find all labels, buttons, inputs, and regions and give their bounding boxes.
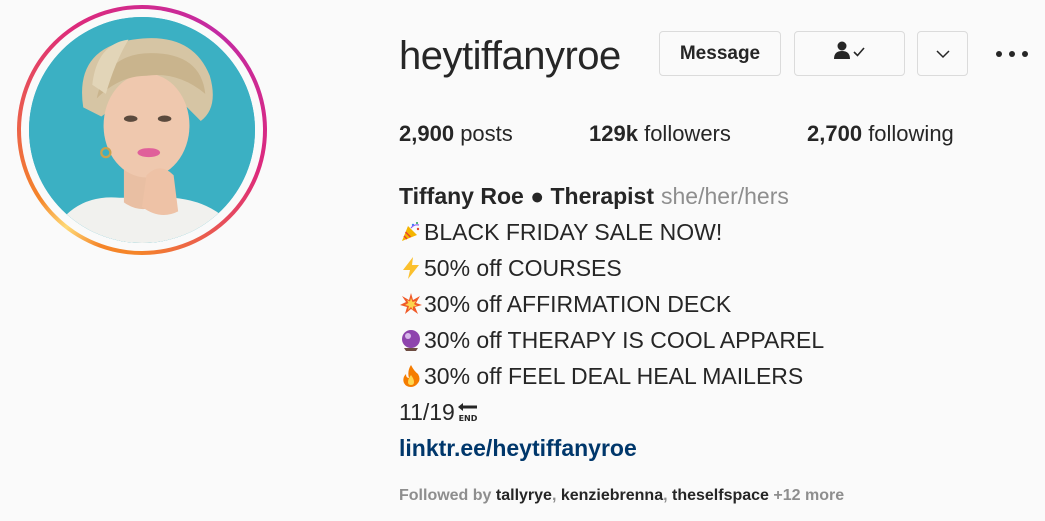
bio-line: 30% off FEEL DEAL HEAL MAILERS (399, 358, 1039, 394)
posts-label: posts (460, 121, 513, 146)
followed-by[interactable]: Followed by tallyrye, kenziebrenna, thes… (399, 487, 844, 505)
follower-name[interactable]: kenziebrenna (561, 487, 663, 504)
suggested-accounts-button[interactable] (917, 31, 968, 76)
bio-line: 50% off COURSES (399, 250, 1039, 286)
fire-icon (399, 364, 423, 388)
followers-count: 129k (589, 121, 638, 146)
bio-link-line: linktr.ee/heytiffanyroe (399, 430, 1039, 466)
more-dot (1022, 51, 1028, 57)
message-button[interactable]: Message (659, 31, 781, 76)
follower-name[interactable]: theselfspace (672, 487, 769, 504)
pronouns: she/her/hers (661, 183, 789, 209)
following-count: 2,700 (807, 121, 863, 146)
bio-line-text: BLACK FRIDAY SALE NOW! (424, 219, 723, 245)
bio-line-text: 50% off COURSES (424, 255, 622, 281)
following-label: following (868, 121, 954, 146)
avatar[interactable] (29, 17, 255, 243)
followed-by-more[interactable]: +12 more (773, 487, 844, 504)
more-dot (996, 51, 1002, 57)
end-arrow-icon: END (456, 400, 480, 424)
following-button[interactable] (794, 31, 905, 76)
profile-username: heytiffanyroe (399, 34, 621, 78)
bio-line: BLACK FRIDAY SALE NOW! (399, 214, 1039, 250)
bio-line: 30% off THERAPY IS COOL APPAREL (399, 322, 1039, 358)
bio-line-text: 30% off AFFIRMATION DECK (424, 291, 732, 317)
more-options-icon[interactable] (992, 44, 1032, 64)
chevron-down-icon (935, 43, 950, 65)
bio-name-line: Tiffany Roe ● Therapist she/her/hers (399, 178, 1039, 214)
collision-icon (399, 292, 423, 316)
bio-end-line: 11/19 END (399, 394, 1039, 430)
posts-stat: 2,900 posts (399, 119, 513, 149)
profile-bio: Tiffany Roe ● Therapist she/her/hers BLA… (399, 178, 1039, 466)
bio-end-text: 11/19 (399, 399, 455, 425)
following-stat[interactable]: 2,700 following (807, 119, 954, 149)
avatar-photo (29, 17, 255, 243)
posts-count: 2,900 (399, 121, 455, 146)
bio-line-text: 30% off FEEL DEAL HEAL MAILERS (424, 363, 804, 389)
bio-line-text: 30% off THERAPY IS COOL APPAREL (424, 327, 825, 353)
person-check-icon (833, 40, 867, 68)
full-name: Tiffany Roe ● Therapist (399, 183, 655, 209)
avatar-gap (21, 9, 263, 251)
followers-stat[interactable]: 129k followers (589, 119, 731, 149)
profile-website-link[interactable]: linktr.ee/heytiffanyroe (399, 430, 637, 466)
more-dot (1009, 51, 1015, 57)
party-popper-icon (399, 220, 423, 244)
svg-text:END: END (458, 414, 477, 423)
lightning-icon (399, 256, 423, 280)
crystal-ball-icon (399, 328, 423, 352)
followers-label: followers (644, 121, 731, 146)
follower-name[interactable]: tallyrye (496, 487, 552, 504)
profile-avatar-ring[interactable] (17, 5, 267, 255)
bio-line: 30% off AFFIRMATION DECK (399, 286, 1039, 322)
followed-by-prefix: Followed by (399, 487, 492, 504)
